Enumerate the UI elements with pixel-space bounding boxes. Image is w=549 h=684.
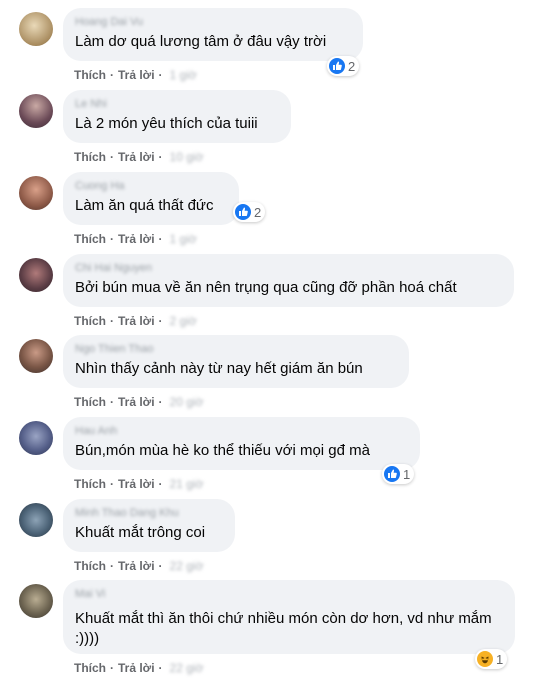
comment-actions: Thích · Trả lời · 1 giờ	[74, 231, 197, 247]
comment-author[interactable]: Hau Anh	[75, 424, 408, 438]
reply-link[interactable]: Trả lời	[118, 660, 155, 676]
comment-actions: Thích · Trả lời · 22 giờ	[74, 558, 203, 574]
separator: ·	[158, 68, 163, 82]
reaction-count: 1	[496, 651, 504, 667]
comment-actions: Thích · Trả lời · 10 giờ	[74, 149, 203, 165]
reply-link[interactable]: Trả lời	[118, 149, 155, 165]
like-link[interactable]: Thích	[74, 660, 106, 676]
comment-actions: Thích · Trả lời · 20 giờ	[74, 394, 203, 410]
comment-bubble: Cuong Ha Làm ăn quá thất đức	[63, 172, 239, 225]
comment-author[interactable]: Mai Vi	[75, 587, 503, 601]
avatar[interactable]	[19, 584, 53, 618]
separator: ·	[158, 477, 163, 491]
comment-time[interactable]: 1 giờ	[170, 67, 197, 83]
avatar[interactable]	[19, 258, 53, 292]
comment-text: Là 2 món yêu thích của tuiii	[75, 115, 258, 132]
reaction-summary[interactable]: 1	[475, 649, 508, 669]
comment-text: Bún,món mùa hè ko thể thiếu với mọi gđ m…	[75, 442, 370, 459]
comment-actions: Thích · Trả lời · 2 giờ	[74, 313, 197, 329]
avatar[interactable]	[19, 94, 53, 128]
like-link[interactable]: Thích	[74, 476, 106, 492]
like-link[interactable]: Thích	[74, 558, 106, 574]
like-link[interactable]: Thích	[74, 394, 106, 410]
reaction-count: 2	[254, 204, 262, 220]
separator: ·	[158, 395, 163, 409]
comment-text: Nhìn thấy cảnh này từ nay hết giám ăn bú…	[75, 360, 363, 377]
comment-text: Khuất mắt trông coi	[75, 524, 206, 541]
avatar[interactable]	[19, 176, 53, 210]
comment-bubble: Ngo Thien Thao Nhìn thấy cảnh này từ nay…	[63, 335, 409, 388]
comment-actions: Thích · Trả lời · 21 giờ	[74, 476, 203, 492]
avatar[interactable]	[19, 421, 53, 455]
comment-author[interactable]: Ngo Thien Thao	[75, 342, 397, 356]
avatar[interactable]	[19, 503, 53, 537]
separator: ·	[110, 232, 114, 246]
like-icon	[384, 466, 400, 482]
comment-time[interactable]: 22 giờ	[170, 660, 204, 676]
comment-bubble: Mai Vi Khuất mắt thì ăn thôi chứ nhiều m…	[63, 580, 515, 654]
avatar[interactable]	[19, 12, 53, 46]
like-icon	[235, 204, 251, 220]
reply-link[interactable]: Trả lời	[118, 231, 155, 247]
reply-link[interactable]: Trả lời	[118, 558, 155, 574]
reaction-summary[interactable]: 2	[233, 202, 266, 222]
haha-icon	[477, 651, 493, 667]
comment-bubble: Hau Anh Bún,món mùa hè ko thể thiếu với …	[63, 417, 420, 470]
comment-time[interactable]: 2 giờ	[170, 313, 197, 329]
like-link[interactable]: Thích	[74, 313, 106, 329]
comment-time[interactable]: 1 giờ	[170, 231, 197, 247]
comment-author[interactable]: Minh Thao Dang Khu	[75, 506, 223, 520]
comment-text: Khuất mắt thì ăn thôi chứ nhiều món còn …	[75, 610, 492, 647]
comment-actions: Thích · Trả lời · 1 giờ	[74, 67, 197, 83]
reaction-count: 1	[403, 466, 411, 482]
comment-text: Bởi bún mua về ăn nên trụng qua cũng đỡ …	[75, 279, 457, 296]
comment-author[interactable]: Hoang Dai Vu	[75, 15, 351, 29]
like-link[interactable]: Thích	[74, 231, 106, 247]
separator: ·	[158, 232, 163, 246]
comment-author[interactable]: Le Nhi	[75, 97, 279, 111]
reply-link[interactable]: Trả lời	[118, 476, 155, 492]
reply-link[interactable]: Trả lời	[118, 313, 155, 329]
reply-link[interactable]: Trả lời	[118, 67, 155, 83]
separator: ·	[110, 68, 114, 82]
comment-bubble: Hoang Dai Vu Làm dơ quá lương tâm ở đâu …	[63, 8, 363, 61]
comment-time[interactable]: 21 giờ	[170, 476, 204, 492]
comment-bubble: Le Nhi Là 2 món yêu thích của tuiii	[63, 90, 291, 143]
comment-time[interactable]: 20 giờ	[170, 394, 204, 410]
reaction-summary[interactable]: 2	[327, 56, 360, 76]
comment-author[interactable]: Chi Hai Nguyen	[75, 261, 502, 275]
reaction-count: 2	[348, 58, 356, 74]
comment-time[interactable]: 10 giờ	[170, 149, 204, 165]
like-link[interactable]: Thích	[74, 67, 106, 83]
like-link[interactable]: Thích	[74, 149, 106, 165]
avatar[interactable]	[19, 339, 53, 373]
separator: ·	[110, 477, 114, 491]
comment-author[interactable]: Cuong Ha	[75, 179, 227, 193]
comment-actions: Thích · Trả lời · 22 giờ	[74, 660, 203, 676]
separator: ·	[158, 314, 163, 328]
separator: ·	[158, 150, 163, 164]
separator: ·	[110, 661, 114, 675]
comment-bubble: Minh Thao Dang Khu Khuất mắt trông coi	[63, 499, 235, 552]
reaction-summary[interactable]: 1	[382, 464, 415, 484]
comment-bubble: Chi Hai Nguyen Bởi bún mua về ăn nên trụ…	[63, 254, 514, 307]
separator: ·	[158, 559, 163, 573]
reply-link[interactable]: Trả lời	[118, 394, 155, 410]
separator: ·	[110, 559, 114, 573]
separator: ·	[158, 661, 163, 675]
comment-time[interactable]: 22 giờ	[170, 558, 204, 574]
comment-text: Làm dơ quá lương tâm ở đâu vậy trời	[75, 33, 327, 50]
separator: ·	[110, 314, 114, 328]
separator: ·	[110, 150, 114, 164]
like-icon	[329, 58, 345, 74]
separator: ·	[110, 395, 114, 409]
comment-text: Làm ăn quá thất đức	[75, 197, 214, 214]
